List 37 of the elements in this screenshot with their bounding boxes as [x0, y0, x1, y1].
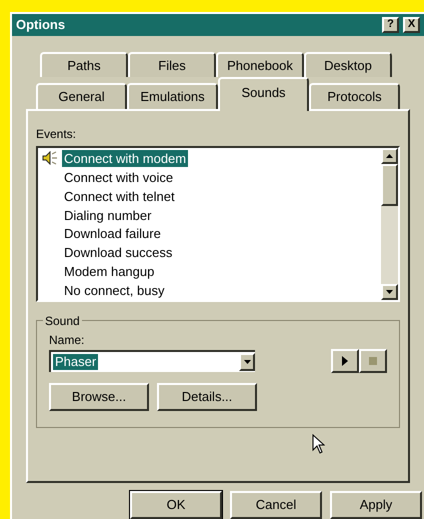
mouse-pointer-icon: [312, 434, 325, 454]
event-item[interactable]: Connect with telnet: [62, 188, 177, 205]
tab[interactable]: Files: [128, 52, 216, 78]
play-icon: [342, 356, 348, 366]
sound-action-button[interactable]: Details...: [157, 382, 257, 411]
tab[interactable]: Protocols: [309, 83, 400, 109]
tab[interactable]: Desktop: [304, 52, 392, 78]
event-item[interactable]: No connect, busy: [62, 282, 166, 299]
stop-button[interactable]: [359, 348, 387, 373]
name-label: Name:: [49, 332, 86, 349]
dialog-button[interactable]: Cancel: [230, 491, 322, 519]
sound-action-button[interactable]: Browse...: [49, 382, 149, 411]
events-label: Events:: [36, 126, 78, 143]
tab[interactable]: Sounds: [218, 77, 309, 111]
event-item[interactable]: Dialing number: [62, 206, 154, 224]
name-value: Phaser: [53, 354, 98, 370]
event-item[interactable]: Download failure: [62, 225, 163, 242]
tab[interactable]: Emulations: [127, 83, 218, 109]
scrollbar[interactable]: [381, 148, 398, 300]
tab[interactable]: Phonebook: [216, 52, 304, 78]
play-button[interactable]: [331, 348, 359, 373]
up-arrow-icon: [386, 154, 393, 158]
close-button[interactable]: X: [403, 16, 420, 33]
event-item[interactable]: Modem hangup: [62, 263, 156, 280]
down-arrow-icon: [386, 290, 393, 294]
tab[interactable]: General: [36, 83, 127, 109]
event-item[interactable]: Download success: [62, 244, 174, 262]
dialog-button[interactable]: OK: [130, 491, 222, 519]
stop-icon: [369, 356, 377, 365]
dialog-button[interactable]: Apply: [330, 491, 422, 519]
tab[interactable]: Paths: [40, 52, 128, 78]
help-button[interactable]: ?: [382, 16, 399, 33]
event-item[interactable]: Connect with voice: [62, 168, 176, 186]
dropdown-arrow-icon: [244, 360, 250, 364]
event-item[interactable]: Connect with modem: [62, 150, 188, 167]
name-combo-box[interactable]: Phaser: [49, 350, 255, 372]
window-title: Options: [16, 16, 66, 34]
